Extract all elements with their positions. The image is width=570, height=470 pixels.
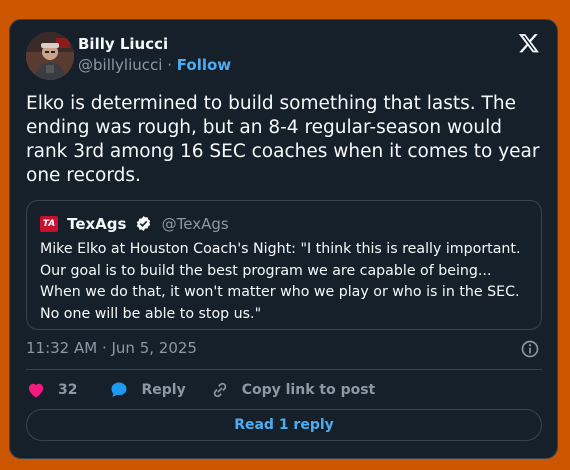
info-icon[interactable] (520, 339, 540, 359)
quoted-post-header: TA TexAgs @TexAgs (40, 213, 229, 233)
x-logo-icon[interactable] (518, 32, 540, 54)
verified-badge-icon (136, 216, 150, 231)
copy-link-label: Copy link to post (241, 382, 376, 398)
divider (26, 369, 542, 370)
speech-bubble-icon (111, 382, 127, 398)
author-avatar[interactable] (26, 32, 74, 80)
post-text: Elko is determined to build something th… (26, 93, 540, 186)
reply-label: Reply (141, 382, 186, 398)
author-handle[interactable]: @billyliucci (78, 56, 162, 74)
reply-button[interactable]: Reply (109, 380, 186, 400)
like-count: 32 (58, 382, 78, 398)
heart-icon (28, 383, 44, 398)
quoted-post[interactable]: TA TexAgs @TexAgs Mike Elko at Houston C… (26, 200, 542, 330)
action-bar: 32 Reply Copy link to post (26, 379, 375, 401)
separator-dot: · (167, 56, 172, 74)
quoted-author-handle[interactable]: @TexAgs (162, 215, 229, 233)
quoted-author-name[interactable]: TexAgs (67, 215, 126, 233)
read-replies-button[interactable]: Read 1 reply (26, 409, 542, 441)
author-handle-row: @billyliucci · Follow (78, 56, 231, 74)
copy-link-button[interactable]: Copy link to post (210, 380, 376, 400)
like-button[interactable]: 32 (26, 380, 77, 400)
texags-logo-icon: TA (40, 215, 58, 232)
quoted-post-text: Mike Elko at Houston Coach's Night: "I t… (40, 241, 521, 322)
link-icon (213, 382, 226, 398)
author-name[interactable]: Billy Liucci (78, 35, 168, 53)
post-timestamp[interactable]: 11:32 AM · Jun 5, 2025 (26, 339, 197, 357)
follow-button[interactable]: Follow (177, 56, 231, 74)
embedded-post-card: Billy Liucci @billyliucci · Follow Elko … (9, 19, 558, 459)
